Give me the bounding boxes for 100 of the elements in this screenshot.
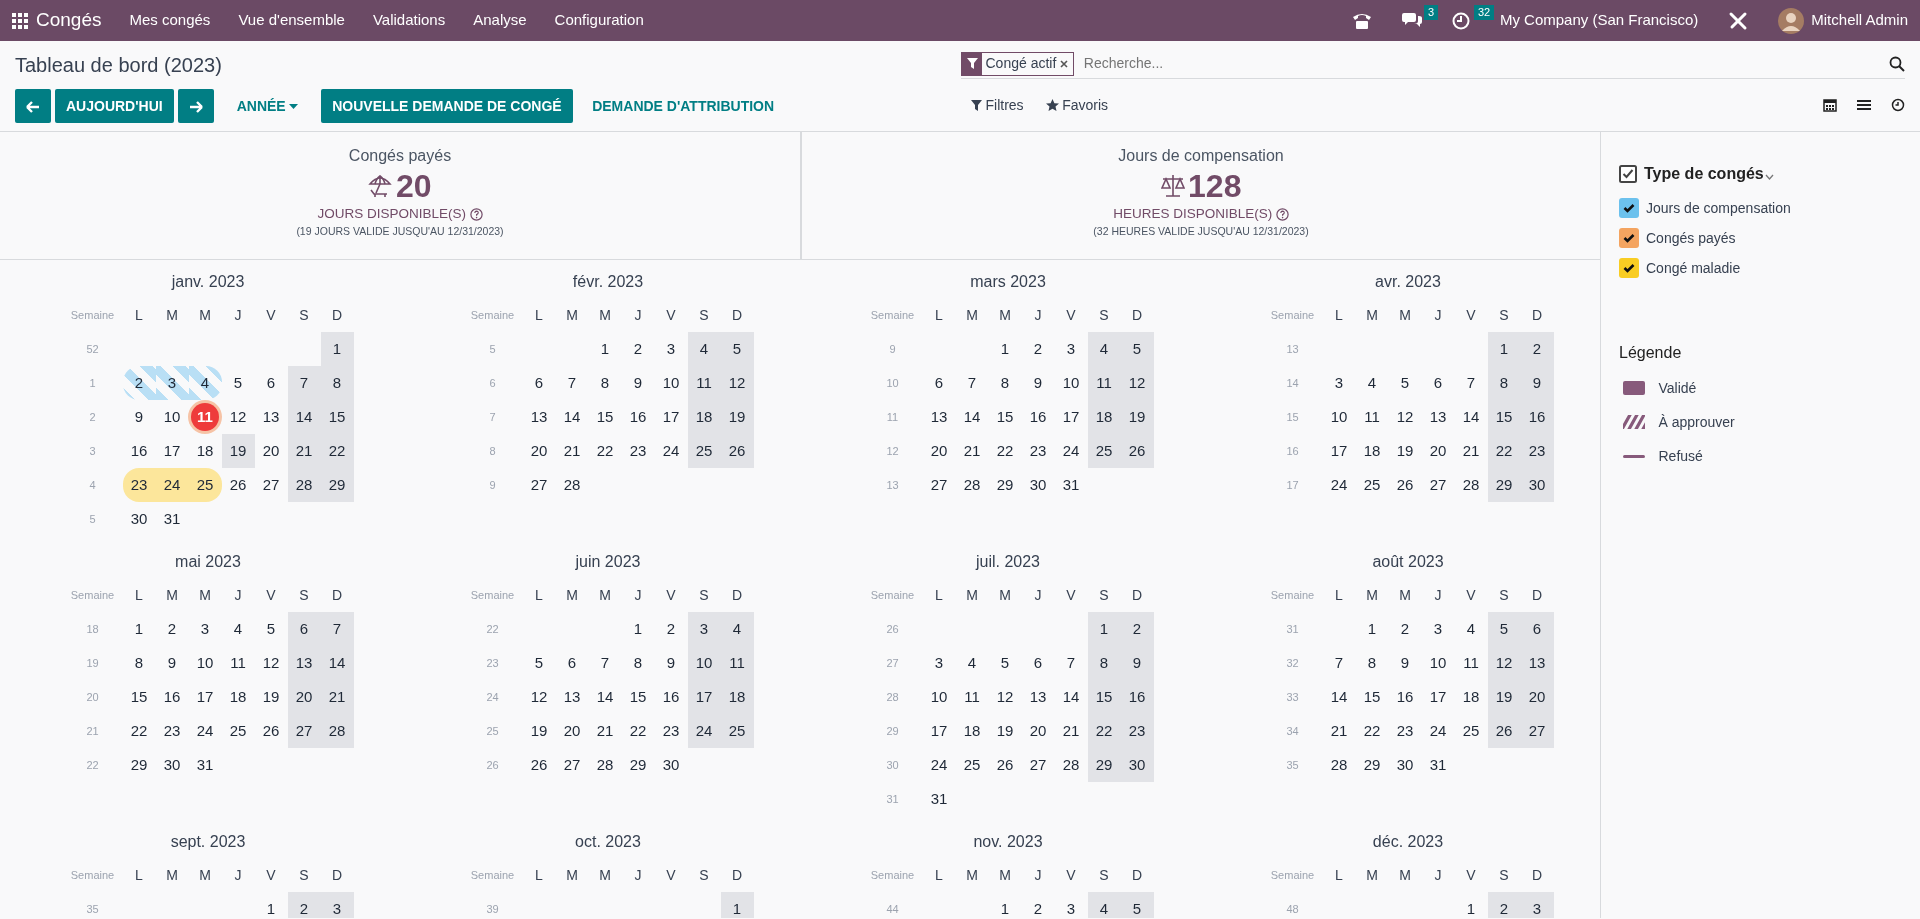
calendar-day[interactable]: 24 <box>188 714 222 748</box>
calendar-day[interactable]: 5 <box>254 612 288 646</box>
calendar-day[interactable]: 26 <box>988 748 1022 782</box>
calendar-day[interactable]: 10 <box>922 680 956 714</box>
calendar-day[interactable]: 13 <box>922 400 956 434</box>
calendar-day[interactable]: 23 <box>1388 714 1422 748</box>
calendar-day[interactable]: 20 <box>1421 434 1455 468</box>
calendar-day[interactable]: 16 <box>1388 680 1422 714</box>
menu-item[interactable]: Vue d'ensemble <box>224 9 359 32</box>
calendar-day[interactable]: 26 <box>1120 434 1154 468</box>
calendar-day[interactable]: 17 <box>1421 680 1455 714</box>
calendar-day[interactable]: 4 <box>1087 332 1121 366</box>
calendar-day[interactable]: 28 <box>1454 468 1488 502</box>
calendar-day[interactable]: 2 <box>1487 892 1521 918</box>
calendar-day[interactable]: 18 <box>687 400 721 434</box>
calendar-day[interactable]: 6 <box>1421 366 1455 400</box>
calendar-day[interactable]: 15 <box>621 680 655 714</box>
calendar-day[interactable]: 31 <box>188 748 222 782</box>
calendar-day[interactable]: 3 <box>1054 332 1088 366</box>
calendar-day[interactable]: 25 <box>720 714 754 748</box>
calendar-day[interactable]: 9 <box>654 646 688 680</box>
calendar-day[interactable]: 31 <box>155 502 189 536</box>
calendar-day[interactable]: 22 <box>1355 714 1389 748</box>
calendar-day[interactable]: 11 <box>1454 646 1488 680</box>
calendar-day[interactable]: 15 <box>122 680 156 714</box>
calendar-day[interactable]: 22 <box>1087 714 1121 748</box>
leave-day[interactable]: 4 <box>188 366 222 400</box>
calendar-day[interactable]: 7 <box>555 366 589 400</box>
calendar-day[interactable]: 2 <box>1021 892 1055 918</box>
filter-checkbox[interactable] <box>1619 228 1639 248</box>
calendar-day[interactable]: 17 <box>1054 400 1088 434</box>
calendar-day[interactable]: 1 <box>320 332 354 366</box>
calendar-day[interactable]: 6 <box>1021 646 1055 680</box>
calendar-day[interactable]: 12 <box>1120 366 1154 400</box>
calendar-day[interactable]: 7 <box>1454 366 1488 400</box>
calendar-day[interactable]: 4 <box>955 646 989 680</box>
calendar-day[interactable]: 3 <box>1054 892 1088 918</box>
calendar-day[interactable]: 19 <box>522 714 556 748</box>
calendar-day[interactable]: 25 <box>1454 714 1488 748</box>
calendar-day[interactable]: 18 <box>1454 680 1488 714</box>
remove-facet-icon[interactable] <box>1059 59 1068 68</box>
calendar-day[interactable]: 14 <box>287 400 321 434</box>
calendar-day[interactable]: 26 <box>1388 468 1422 502</box>
new-request-button[interactable]: NOUVELLE DEMANDE DE CONGÉ <box>321 89 573 123</box>
calendar-day[interactable]: 20 <box>254 434 288 468</box>
calendar-day[interactable]: 11 <box>687 366 721 400</box>
calendar-day[interactable]: 1 <box>1355 612 1389 646</box>
calendar-day[interactable]: 18 <box>1355 434 1389 468</box>
calendar-day[interactable]: 29 <box>1355 748 1389 782</box>
calendar-day[interactable]: 6 <box>254 366 288 400</box>
calendar-day[interactable]: 13 <box>555 680 589 714</box>
calendar-day[interactable]: 5 <box>522 646 556 680</box>
calendar-day[interactable]: 7 <box>287 366 321 400</box>
calendar-day[interactable]: 23 <box>654 714 688 748</box>
calendar-day[interactable]: 3 <box>922 646 956 680</box>
calendar-day[interactable]: 22 <box>122 714 156 748</box>
help-icon[interactable] <box>469 207 483 221</box>
calendar-day[interactable]: 28 <box>955 468 989 502</box>
calendar-day[interactable]: 15 <box>1087 680 1121 714</box>
calendar-day[interactable]: 9 <box>1021 366 1055 400</box>
calendar-day[interactable]: 2 <box>287 892 321 918</box>
calendar-day[interactable]: 6 <box>287 612 321 646</box>
calendar-day[interactable]: 15 <box>320 400 354 434</box>
calendar-day[interactable]: 14 <box>1454 400 1488 434</box>
clock-icon[interactable] <box>1891 98 1905 112</box>
calendar-day[interactable]: 13 <box>287 646 321 680</box>
calendar-day[interactable]: 16 <box>155 680 189 714</box>
calendar-day[interactable]: 19 <box>1388 434 1422 468</box>
calendar-day[interactable]: 20 <box>922 434 956 468</box>
calendar-day[interactable]: 11 <box>1355 400 1389 434</box>
calendar-day[interactable]: 25 <box>221 714 255 748</box>
calendar-day[interactable]: 29 <box>122 748 156 782</box>
calendar-day[interactable]: 29 <box>988 468 1022 502</box>
calendar-day[interactable]: 4 <box>1355 366 1389 400</box>
calendar-day[interactable]: 2 <box>155 612 189 646</box>
calendar-day[interactable]: 27 <box>1021 748 1055 782</box>
calendar-day[interactable]: 1 <box>588 332 622 366</box>
calendar-day[interactable]: 25 <box>955 748 989 782</box>
calendar-day[interactable]: 12 <box>254 646 288 680</box>
calendar-day[interactable]: 20 <box>555 714 589 748</box>
calendar-day[interactable]: 6 <box>1520 612 1554 646</box>
phone-icon[interactable] <box>1351 11 1372 30</box>
calendar-day[interactable]: 1 <box>122 612 156 646</box>
calendar-day[interactable]: 23 <box>1021 434 1055 468</box>
calendar-day[interactable]: 7 <box>1322 646 1356 680</box>
menu-item[interactable]: Analyse <box>459 9 541 32</box>
calendar-day[interactable]: 12 <box>720 366 754 400</box>
calendar-day[interactable]: 26 <box>720 434 754 468</box>
calendar-day[interactable]: 30 <box>1120 748 1154 782</box>
calendar-day[interactable]: 6 <box>522 366 556 400</box>
calendar-day[interactable]: 6 <box>922 366 956 400</box>
calendar-day[interactable]: 12 <box>1487 646 1521 680</box>
calendar-day[interactable]: 1 <box>254 892 288 918</box>
calendar-day[interactable]: 2 <box>1120 612 1154 646</box>
calendar-day[interactable]: 30 <box>1388 748 1422 782</box>
calendar-day[interactable]: 3 <box>1520 892 1554 918</box>
calendar-day[interactable]: 6 <box>555 646 589 680</box>
calendar-day[interactable]: 17 <box>188 680 222 714</box>
today-marker[interactable]: 11 <box>191 403 219 431</box>
next-button[interactable] <box>177 89 214 123</box>
